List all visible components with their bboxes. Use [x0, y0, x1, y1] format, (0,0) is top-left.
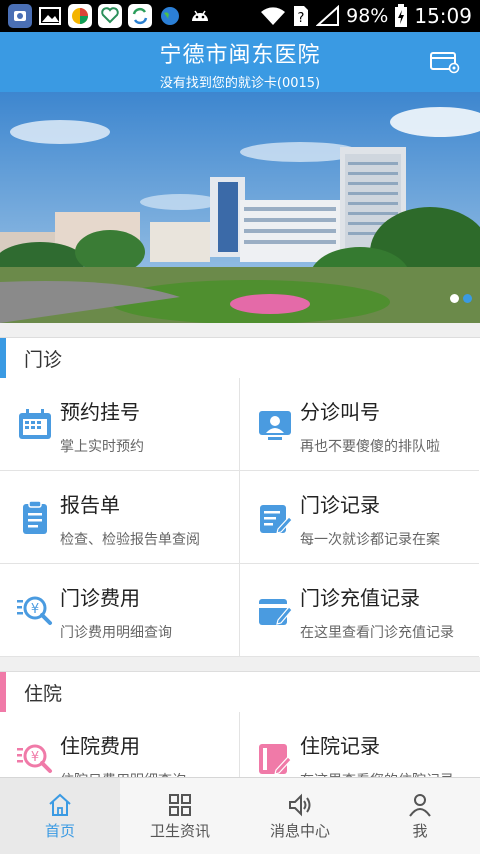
bottom-nav: 首页 卫生资讯 消息中心 我 — [0, 777, 480, 854]
android-icon — [188, 4, 212, 28]
menu-item-title: 门诊充值记录 — [300, 586, 420, 610]
menu-item-title: 住院费用 — [60, 734, 140, 758]
menu-item-outpatient-fee[interactable]: ¥ 门诊费用 门诊费用明细查询 — [0, 564, 240, 657]
section-outpatient-header: 门诊 — [0, 337, 480, 379]
svg-text:¥: ¥ — [31, 602, 39, 617]
nav-health-news[interactable]: 卫生资讯 — [120, 778, 240, 854]
nav-label: 卫生资讯 — [149, 822, 210, 840]
health-app-icon — [98, 4, 122, 28]
outpatient-grid: 预约挂号 掌上实时预约 分诊叫号 再也不要傻傻的排队啦 报告单 检查、检验报告单… — [0, 378, 480, 657]
grid-icon — [169, 794, 191, 816]
menu-item-title: 门诊记录 — [300, 493, 380, 517]
menu-item-desc: 在这里查看门诊充值记录 — [300, 625, 454, 641]
menu-item-title: 住院记录 — [300, 734, 380, 758]
menu-item-desc: 掌上实时预约 — [60, 439, 144, 455]
fee-search-icon: ¥ — [17, 744, 52, 773]
person-icon — [409, 794, 431, 817]
hospital-photo — [0, 92, 480, 323]
notification-app-icon — [8, 4, 32, 28]
menu-item-title: 报告单 — [60, 493, 120, 517]
menu-item-desc: 检查、检验报告单查阅 — [60, 532, 200, 548]
globe-app-icon — [158, 4, 182, 28]
battery-percent: 98% — [346, 5, 389, 27]
app-icon — [68, 4, 92, 28]
menu-item-desc: 门诊费用明细查询 — [60, 625, 172, 641]
nav-label: 首页 — [44, 822, 75, 840]
clipboard-icon — [23, 500, 47, 534]
section-title: 住院 — [24, 682, 63, 705]
record-edit-icon — [260, 505, 293, 534]
hospital-title: 宁德市闽东医院 — [159, 43, 321, 68]
menu-item-title: 门诊费用 — [60, 586, 140, 610]
nav-messages[interactable]: 消息中心 — [240, 778, 360, 854]
fee-search-icon: ¥ — [17, 596, 52, 625]
card-settings-icon[interactable] — [430, 50, 460, 74]
sync-app-icon — [128, 4, 152, 28]
menu-item-outpatient-record[interactable]: 门诊记录 每一次就诊都记录在案 — [240, 471, 479, 564]
section-title: 门诊 — [24, 348, 63, 371]
recharge-record-icon — [259, 599, 293, 625]
menu-item-title: 分诊叫号 — [300, 400, 380, 424]
clock: 15:09 — [414, 4, 472, 28]
svg-text:?: ? — [298, 11, 305, 26]
menu-item-triage-call[interactable]: 分诊叫号 再也不要傻傻的排队啦 — [240, 378, 479, 471]
menu-item-report[interactable]: 报告单 检查、检验报告单查阅 — [0, 471, 240, 564]
battery-charging-icon — [395, 4, 408, 27]
banner-pagination — [450, 294, 472, 303]
section-accent-bar — [0, 672, 6, 712]
banner-dot-active[interactable] — [463, 294, 472, 303]
hospital-banner[interactable] — [0, 92, 480, 323]
queue-call-icon — [259, 411, 291, 440]
menu-item-desc: 再也不要傻傻的排队啦 — [300, 439, 440, 455]
menu-item-appointment[interactable]: 预约挂号 掌上实时预约 — [0, 378, 240, 471]
gallery-icon — [38, 4, 62, 28]
calendar-icon — [19, 409, 51, 439]
nav-label: 我 — [412, 822, 428, 840]
menu-item-recharge-record[interactable]: 门诊充值记录 在这里查看门诊充值记录 — [240, 564, 479, 657]
menu-item-title: 预约挂号 — [60, 400, 140, 424]
signal-icon — [316, 5, 340, 26]
inpatient-record-icon — [259, 744, 292, 775]
no-sim-icon: ? — [294, 6, 309, 26]
speaker-icon — [289, 793, 311, 817]
svg-text:¥: ¥ — [31, 750, 39, 765]
wifi-icon — [261, 7, 286, 25]
nav-label: 消息中心 — [269, 822, 330, 840]
section-accent-bar — [0, 338, 6, 378]
home-icon — [49, 793, 71, 816]
nav-home[interactable]: 首页 — [0, 778, 120, 854]
nav-me[interactable]: 我 — [360, 778, 480, 854]
banner-dot[interactable] — [450, 294, 459, 303]
app-header: 宁德市闽东医院 没有找到您的就诊卡(0015) — [0, 32, 480, 92]
section-inpatient-header: 住院 — [0, 671, 480, 713]
status-bar: ? 98% 15:09 — [0, 0, 480, 32]
menu-item-desc: 每一次就诊都记录在案 — [300, 532, 440, 548]
card-status-text[interactable]: 没有找到您的就诊卡(0015) — [0, 72, 480, 91]
